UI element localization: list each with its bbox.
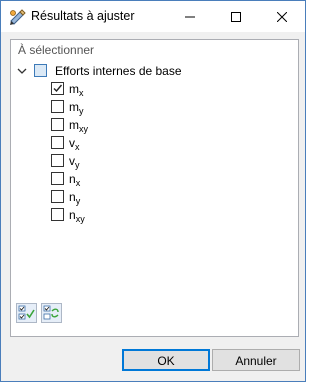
selection-panel: À sélectionner Efforts internes de base …: [10, 39, 299, 337]
chevron-down-icon[interactable]: [16, 65, 28, 77]
title-bar: Résultats à ajuster: [1, 1, 305, 32]
parent-checkbox[interactable]: [34, 64, 47, 77]
item-label: vy: [69, 154, 80, 170]
item-checkbox[interactable]: [51, 190, 64, 203]
invert-selection-icon: [43, 305, 59, 320]
minimize-button[interactable]: [167, 1, 213, 32]
section-header: À sélectionner: [18, 43, 95, 57]
item-checkbox[interactable]: [51, 172, 64, 185]
maximize-icon: [231, 11, 241, 22]
dialog-window: Résultats à ajuster À sélectionner Effor…: [0, 0, 306, 382]
invert-selection-button[interactable]: [41, 303, 62, 323]
tree-parent-label: Efforts internes de base: [55, 64, 182, 78]
select-all-button[interactable]: [16, 303, 37, 323]
item-label: mx: [69, 82, 84, 98]
item-checkbox[interactable]: [51, 82, 64, 95]
item-label: vx: [69, 136, 80, 152]
item-checkbox[interactable]: [51, 136, 64, 149]
item-label: nx: [69, 172, 81, 188]
item-checkbox[interactable]: [51, 154, 64, 167]
pencil-ruler-icon: [10, 9, 26, 25]
item-checkbox[interactable]: [51, 118, 64, 131]
ok-button[interactable]: OK: [122, 349, 210, 371]
checkmark-icon: [53, 84, 63, 93]
cancel-button[interactable]: Annuler: [212, 349, 300, 371]
window-title: Résultats à ajuster: [31, 9, 135, 23]
item-label: my: [69, 100, 84, 116]
item-label: nxy: [69, 208, 85, 224]
maximize-button[interactable]: [213, 1, 259, 32]
select-all-icon: [18, 305, 35, 320]
item-label: mxy: [69, 118, 88, 134]
minimize-icon: [185, 16, 195, 17]
item-checkbox[interactable]: [51, 208, 64, 221]
close-icon: [277, 11, 287, 22]
item-label: ny: [69, 190, 81, 206]
close-button[interactable]: [259, 1, 305, 32]
item-checkbox[interactable]: [51, 100, 64, 113]
